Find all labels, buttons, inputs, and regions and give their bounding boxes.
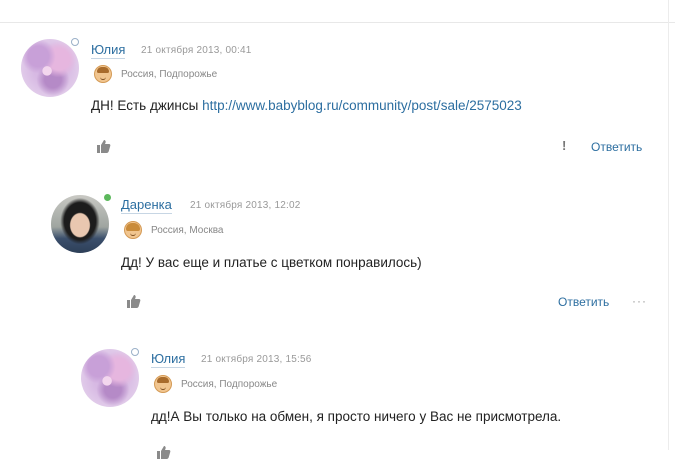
comment-text: ДН! Есть джинсы http://www.babyblog.ru/c…: [91, 98, 522, 113]
more-menu-icon[interactable]: ···: [632, 294, 647, 308]
thumbs-up-icon[interactable]: [95, 138, 111, 154]
comment-author[interactable]: Юлия: [91, 42, 126, 59]
comment-author[interactable]: Юлия: [151, 351, 186, 368]
comment-location: Россия, Подпорожье: [181, 379, 278, 390]
report-button[interactable]: !: [562, 138, 566, 153]
comment-text: дд!А Вы только на обмен, я просто ничего…: [151, 409, 562, 424]
comment-date: 21 октября 2013, 00:41: [141, 45, 252, 56]
comment-text: Дд! У вас еще и платье с цветком понрави…: [121, 255, 422, 270]
comment-date: 21 октября 2013, 15:56: [201, 354, 312, 365]
user-avatar[interactable]: [51, 195, 109, 253]
right-divider: [668, 0, 669, 450]
online-dot-icon: [104, 194, 111, 201]
comment-author[interactable]: Даренка: [121, 197, 172, 214]
boy-avatar-icon: [94, 65, 112, 83]
thumbs-up-icon[interactable]: [155, 444, 171, 460]
user-avatar[interactable]: [21, 39, 79, 97]
comment-date: 21 октября 2013, 12:02: [190, 200, 301, 211]
reply-button[interactable]: Ответить: [558, 295, 609, 309]
thumbs-up-icon[interactable]: [125, 293, 141, 309]
top-divider: [0, 22, 675, 23]
clock-icon: [71, 38, 79, 46]
reply-button[interactable]: Ответить: [591, 140, 642, 154]
comment-link[interactable]: http://www.babyblog.ru/community/post/sa…: [202, 98, 522, 113]
comment-location: Россия, Москва: [151, 225, 224, 236]
girl-avatar-icon: [124, 221, 142, 239]
comment-text-prefix: ДН! Есть джинсы: [91, 98, 203, 113]
clock-icon: [131, 348, 139, 356]
user-avatar[interactable]: [81, 349, 139, 407]
comment-location: Россия, Подпорожье: [121, 69, 218, 80]
boy-avatar-icon: [154, 375, 172, 393]
